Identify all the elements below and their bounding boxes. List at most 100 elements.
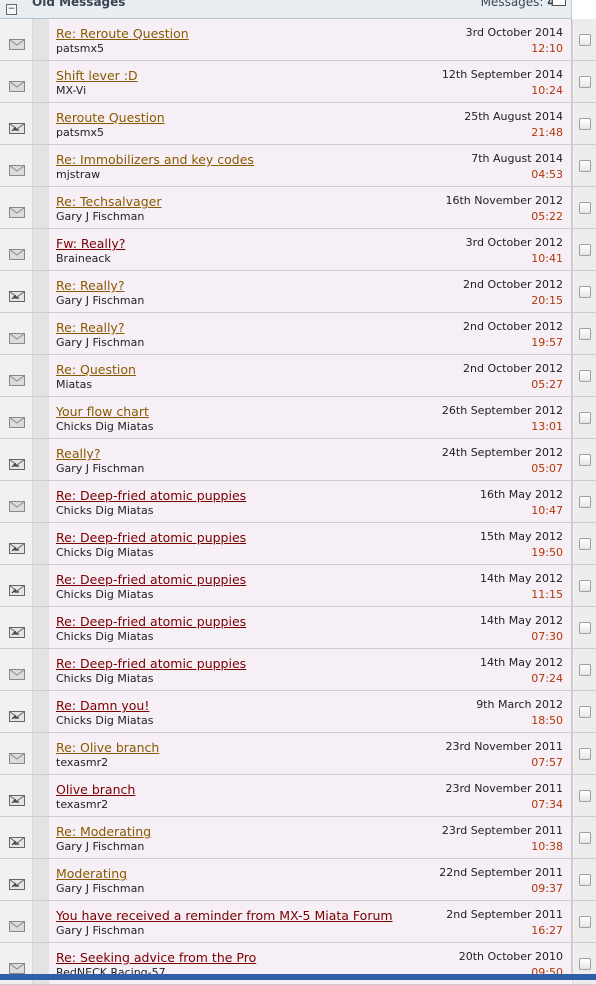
message-sender[interactable]: Chicks Dig Miatas <box>56 672 153 685</box>
select-checkbox[interactable] <box>579 76 591 88</box>
select-checkbox[interactable] <box>579 832 591 844</box>
select-checkbox[interactable] <box>579 202 591 214</box>
select-checkbox[interactable] <box>579 916 591 928</box>
message-title-link[interactable]: Re: Seeking advice from the Pro <box>56 950 256 965</box>
select-checkbox[interactable] <box>579 286 591 298</box>
message-row[interactable]: Re: Techsalvager Gary J Fischman 16th Nove… <box>0 187 596 229</box>
message-row[interactable]: Re: Reroute Question patsmx5 3rd October 2… <box>0 19 596 61</box>
select-checkbox[interactable] <box>579 328 591 340</box>
message-row[interactable]: Re: Immobilizers and key codes mjstraw 7th… <box>0 145 596 187</box>
message-row[interactable]: Re: Really? Gary J Fischman 2nd October 20… <box>0 313 596 355</box>
select-checkbox[interactable] <box>579 622 591 634</box>
select-checkbox[interactable] <box>579 706 591 718</box>
select-checkbox[interactable] <box>579 34 591 46</box>
message-title-link[interactable]: Re: Deep-fried atomic puppies <box>56 614 246 629</box>
message-sender[interactable]: texasmr2 <box>56 798 108 811</box>
message-sender[interactable]: Braineack <box>56 252 111 265</box>
message-title-link[interactable]: Moderating <box>56 866 127 881</box>
select-checkbox[interactable] <box>579 664 591 676</box>
message-sender[interactable]: Chicks Dig Miatas <box>56 504 153 517</box>
message-row[interactable]: Re: Deep-fried atomic puppies Chicks Dig … <box>0 523 596 565</box>
select-checkbox[interactable] <box>579 538 591 550</box>
message-row[interactable]: Re: Really? Gary J Fischman 2nd October 20… <box>0 271 596 313</box>
message-sender[interactable]: Chicks Dig Miatas <box>56 714 153 727</box>
message-row[interactable]: Olive branch texasmr2 23rd November 2011 07… <box>0 775 596 817</box>
message-sender[interactable]: Gary J Fischman <box>56 924 144 937</box>
message-sender[interactable]: Gary J Fischman <box>56 462 144 475</box>
message-title-link[interactable]: Re: Really? <box>56 320 124 335</box>
message-row[interactable]: Moderating Gary J Fischman 22nd September … <box>0 859 596 901</box>
select-checkbox[interactable] <box>579 118 591 130</box>
message-row[interactable]: Re: Deep-fried atomic puppies Chicks Dig … <box>0 481 596 523</box>
select-checkbox[interactable] <box>579 412 591 424</box>
message-title-link[interactable]: Fw: Really? <box>56 236 125 251</box>
icon-strip <box>33 565 49 606</box>
select-checkbox[interactable] <box>579 454 591 466</box>
select-cell <box>572 565 596 606</box>
message-title-link[interactable]: Re: Olive branch <box>56 740 159 755</box>
message-date: 15th May 2012 <box>479 530 563 543</box>
message-row[interactable]: Re: Deep-fried atomic puppies Chicks Dig … <box>0 607 596 649</box>
message-sender[interactable]: Gary J Fischman <box>56 294 144 307</box>
message-title-link[interactable]: Reroute Question <box>56 110 165 125</box>
message-row[interactable]: Re: Olive branch texasmr2 23rd November 20… <box>0 733 596 775</box>
select-checkbox[interactable] <box>579 244 591 256</box>
replied-envelope-icon <box>9 791 25 806</box>
message-sender[interactable]: Miatas <box>56 378 92 391</box>
select-checkbox[interactable] <box>579 580 591 592</box>
message-title-link[interactable]: Re: Question <box>56 362 136 377</box>
message-title-link[interactable]: Re: Moderating <box>56 824 151 839</box>
message-sender[interactable]: Gary J Fischman <box>56 336 144 349</box>
message-sender[interactable]: Gary J Fischman <box>56 840 144 853</box>
message-title-link[interactable]: Your flow chart <box>56 404 149 419</box>
select-checkbox[interactable] <box>579 496 591 508</box>
select-checkbox[interactable] <box>579 790 591 802</box>
message-row[interactable]: Re: Deep-fried atomic puppies Chicks Dig … <box>0 649 596 691</box>
message-title-link[interactable]: Re: Really? <box>56 278 124 293</box>
message-title-link[interactable]: Re: Deep-fried atomic puppies <box>56 488 246 503</box>
select-checkbox[interactable] <box>579 160 591 172</box>
message-sender[interactable]: Chicks Dig Miatas <box>56 588 153 601</box>
message-title-link[interactable]: Shift lever :D <box>56 68 138 83</box>
message-title-link[interactable]: Re: Deep-fried atomic puppies <box>56 656 246 671</box>
message-sender[interactable]: Chicks Dig Miatas <box>56 420 153 433</box>
message-row[interactable]: Reroute Question patsmx5 25th August 2014 2… <box>0 103 596 145</box>
message-row[interactable]: Re: Moderating Gary J Fischman 23rd Septem… <box>0 817 596 859</box>
message-title-link[interactable]: Olive branch <box>56 782 135 797</box>
message-title-link[interactable]: Re: Immobilizers and key codes <box>56 152 254 167</box>
message-row[interactable]: Your flow chart Chicks Dig Miatas 26th Sep… <box>0 397 596 439</box>
message-row[interactable]: Really? Gary J Fischman 24th September 201… <box>0 439 596 481</box>
select-checkbox[interactable] <box>579 370 591 382</box>
message-sender[interactable]: patsmx5 <box>56 42 104 55</box>
message-sender[interactable]: Chicks Dig Miatas <box>56 630 153 643</box>
message-sender[interactable]: mjstraw <box>56 168 100 181</box>
select-checkbox[interactable] <box>579 958 591 970</box>
message-title-link[interactable]: Re: Deep-fried atomic puppies <box>56 530 246 545</box>
message-title-link[interactable]: Re: Damn you! <box>56 698 149 713</box>
message-row[interactable]: Re: Deep-fried atomic puppies Chicks Dig … <box>0 565 596 607</box>
message-row[interactable]: Fw: Really? Braineack 3rd October 2012 10:4… <box>0 229 596 271</box>
message-title-link[interactable]: Re: Reroute Question <box>56 26 189 41</box>
message-sender[interactable]: Gary J Fischman <box>56 882 144 895</box>
message-sender[interactable]: texasmr2 <box>56 756 108 769</box>
message-sender[interactable]: MX-Vi <box>56 84 86 97</box>
message-sender[interactable]: Gary J Fischman <box>56 210 144 223</box>
collapse-minus-icon[interactable]: − <box>6 4 17 15</box>
icon-strip <box>33 775 49 816</box>
select-cell <box>572 481 596 522</box>
message-row[interactable]: You have received a reminder from MX-5 M… <box>0 901 596 943</box>
message-row[interactable]: Re: Question Miatas 2nd October 2012 05:27 <box>0 355 596 397</box>
select-checkbox[interactable] <box>579 748 591 760</box>
message-sender[interactable]: patsmx5 <box>56 126 104 139</box>
message-title-link[interactable]: Really? <box>56 446 100 461</box>
message-main-cell: Re: Deep-fried atomic puppies Chicks Dig … <box>49 481 571 522</box>
message-title-link[interactable]: Re: Techsalvager <box>56 194 161 209</box>
message-row[interactable]: Re: Damn you! Chicks Dig Miatas 9th March … <box>0 691 596 733</box>
message-title-link[interactable]: You have received a reminder from MX-5 M… <box>56 908 393 923</box>
message-main-cell: Re: Deep-fried atomic puppies Chicks Dig … <box>49 565 571 606</box>
message-row[interactable]: Shift lever :D MX-Vi 12th September 2014 10… <box>0 61 596 103</box>
select-cell <box>572 229 596 270</box>
message-title-link[interactable]: Re: Deep-fried atomic puppies <box>56 572 246 587</box>
message-sender[interactable]: Chicks Dig Miatas <box>56 546 153 559</box>
select-checkbox[interactable] <box>579 874 591 886</box>
